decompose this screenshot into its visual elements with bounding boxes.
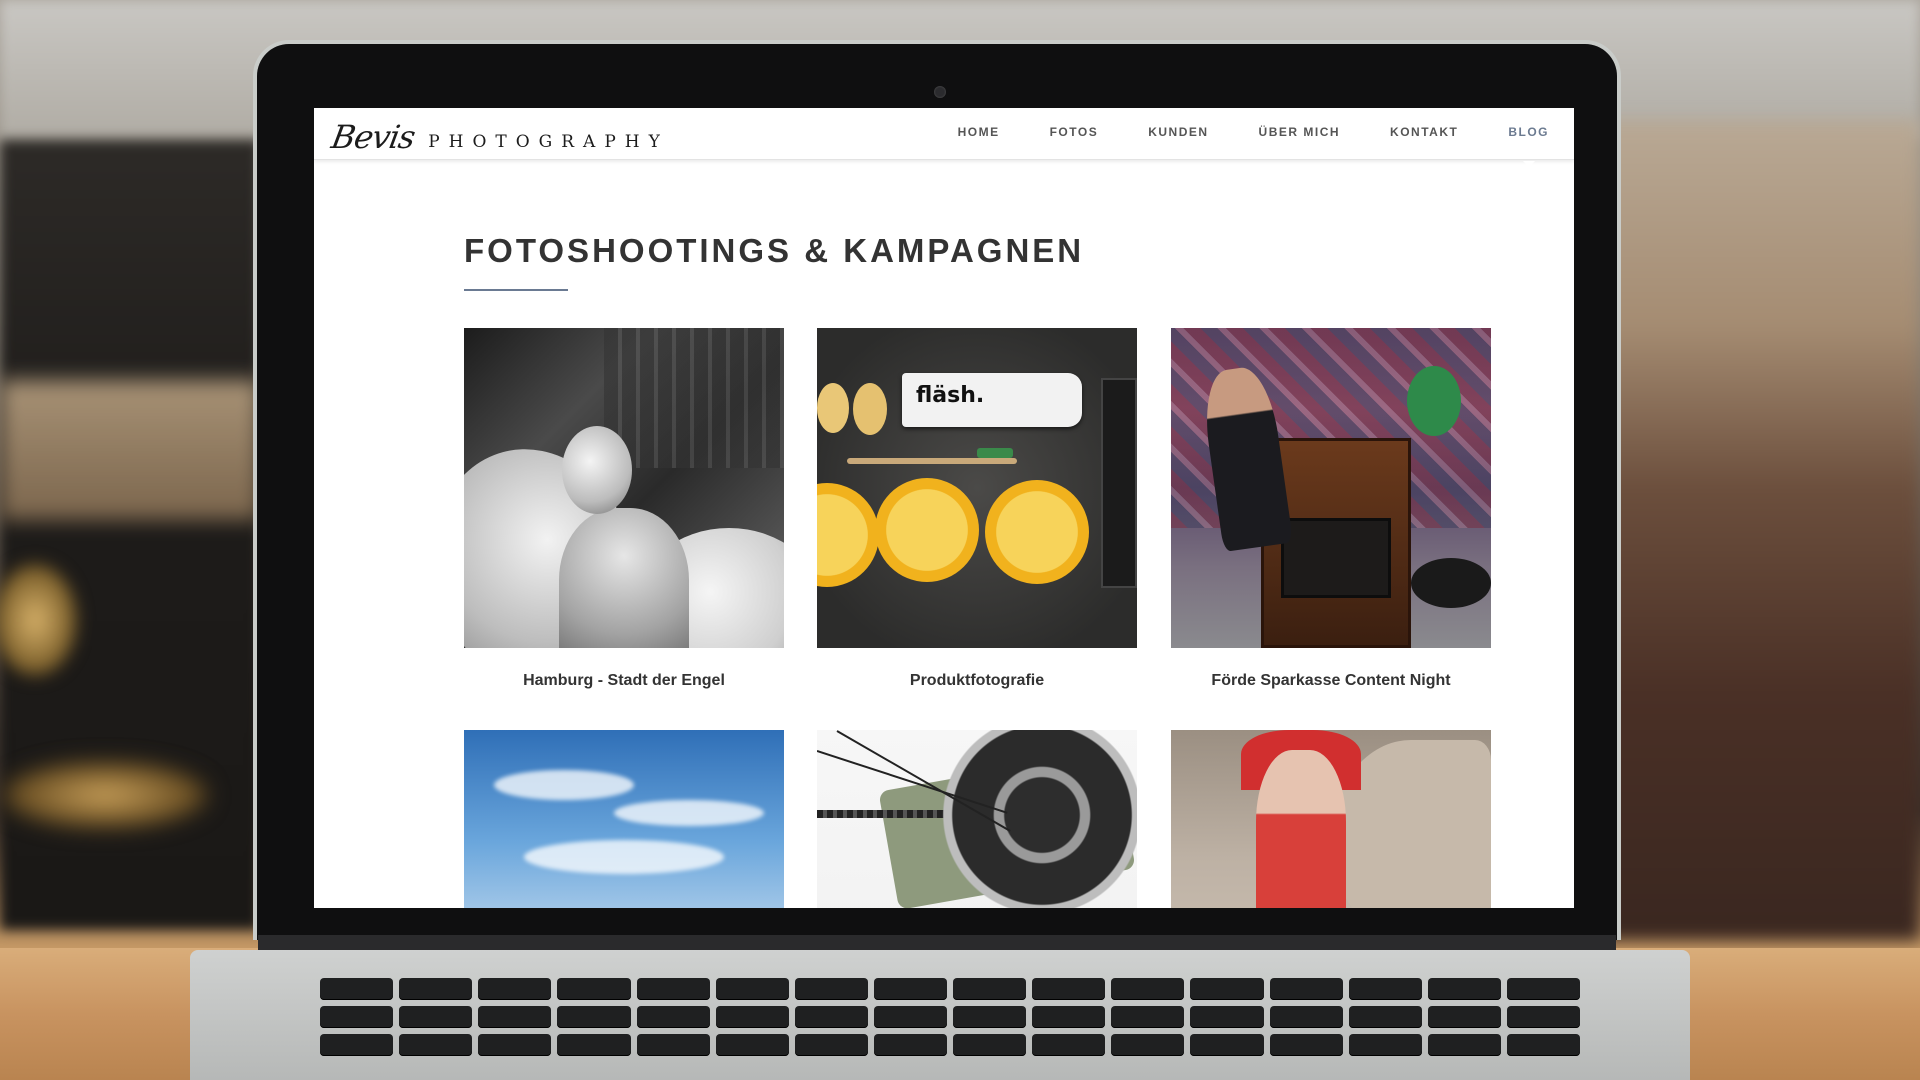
keyboard-key: [557, 978, 631, 1000]
gallery-card[interactable]: Hamburg - Stadt der Engel: [464, 328, 784, 690]
nav-item-kontakt[interactable]: KONTAKT: [1365, 108, 1483, 160]
logo-word: PHOTOGRAPHY: [428, 132, 669, 152]
background-shelf: [0, 380, 260, 520]
keyboard-key: [1032, 1034, 1106, 1056]
main-menu: HOME FOTOS KUNDEN ÜBER MICH KONTAKT BLOG: [933, 108, 1574, 160]
keyboard-key: [320, 1034, 394, 1056]
keyboard-key: [953, 1034, 1027, 1056]
keyboard-key: [1427, 978, 1501, 1000]
card-caption[interactable]: Förde Sparkasse Content Night: [1171, 672, 1491, 690]
keyboard-key: [1506, 978, 1580, 1000]
keyboard-key: [399, 978, 473, 1000]
keyboard-key: [478, 1034, 552, 1056]
keyboard-key: [636, 1034, 710, 1056]
keyboard-key: [1269, 978, 1343, 1000]
keyboard-key: [636, 1006, 710, 1028]
keyboard-key: [399, 1034, 473, 1056]
keyboard-key: [1032, 1006, 1106, 1028]
keyboard-key: [636, 978, 710, 1000]
keyboard-key: [953, 978, 1027, 1000]
keyboard-key: [478, 1006, 552, 1028]
keyboard-key: [1269, 1034, 1343, 1056]
keyboard-key: [1427, 1006, 1501, 1028]
keyboard-key: [953, 1006, 1027, 1028]
keyboard-key: [1032, 978, 1106, 1000]
keyboard-key: [399, 1006, 473, 1028]
keyboard-key: [794, 1034, 868, 1056]
background-handle: [0, 760, 210, 830]
product-brand-text: fläsh.: [916, 383, 985, 408]
keyboard-key: [1111, 1006, 1185, 1028]
logo-script: Bevis: [328, 118, 418, 156]
card-caption[interactable]: Produktfotografie: [817, 672, 1137, 690]
keyboard-key: [1348, 978, 1422, 1000]
keyboard-key: [794, 978, 868, 1000]
gallery-card[interactable]: [1171, 730, 1491, 908]
nav-item-kunden[interactable]: KUNDEN: [1123, 108, 1233, 160]
webcam-icon: [934, 86, 946, 98]
keyboard-key: [794, 1006, 868, 1028]
nav-item-home[interactable]: HOME: [933, 108, 1025, 160]
gallery-card[interactable]: fläsh. Produktfotografie: [817, 328, 1137, 690]
scrapyard-photo[interactable]: [1171, 328, 1491, 648]
keyboard-key: [1348, 1006, 1422, 1028]
nav-item-blog[interactable]: BLOG: [1483, 108, 1574, 160]
site-logo[interactable]: Bevis PHOTOGRAPHY: [328, 114, 669, 156]
keyboard-key: [715, 1006, 789, 1028]
gallery-card[interactable]: Förde Sparkasse Content Night: [1171, 328, 1491, 690]
keyboard-key: [1506, 1006, 1580, 1028]
keyboard-key: [320, 978, 394, 1000]
keyboard-key: [557, 1006, 631, 1028]
gallery-card[interactable]: [464, 730, 784, 908]
keyboard-key: [715, 978, 789, 1000]
keyboard-key: [1427, 1034, 1501, 1056]
keyboard-key: [478, 978, 552, 1000]
keyboard-key: [715, 1034, 789, 1056]
card-caption[interactable]: Hamburg - Stadt der Engel: [464, 672, 784, 690]
nav-item-fotos[interactable]: FOTOS: [1025, 108, 1124, 160]
keyboard-key: [1190, 978, 1264, 1000]
browser-screen: Bevis PHOTOGRAPHY HOME FOTOS KUNDEN ÜBER…: [314, 108, 1574, 908]
keyboard-key: [557, 1034, 631, 1056]
sky-photo[interactable]: [464, 730, 784, 908]
keyboard-key: [873, 978, 947, 1000]
keyboard-key: [1190, 1006, 1264, 1028]
title-underline: [464, 289, 568, 291]
keyboard-key: [320, 1006, 394, 1028]
nav-item-ueber-mich[interactable]: ÜBER MICH: [1234, 108, 1366, 160]
keyboard: [320, 978, 1580, 1080]
keyboard-key: [1348, 1034, 1422, 1056]
page-title: FOTOSHOOTINGS & KAMPAGNEN: [464, 232, 1085, 269]
keyboard-key: [1269, 1006, 1343, 1028]
keyboard-key: [1190, 1034, 1264, 1056]
angel-photo[interactable]: [464, 328, 784, 648]
keyboard-key: [873, 1034, 947, 1056]
background-shelf-right: [1590, 120, 1920, 940]
keyboard-key: [873, 1006, 947, 1028]
gallery-card[interactable]: [817, 730, 1137, 908]
bicycle-photo[interactable]: [817, 730, 1137, 908]
keyboard-key: [1111, 1034, 1185, 1056]
costume-portrait-photo[interactable]: [1171, 730, 1491, 908]
keyboard-key: [1111, 978, 1185, 1000]
toothpaste-product-photo[interactable]: fläsh.: [817, 328, 1137, 648]
keyboard-key: [1506, 1034, 1580, 1056]
top-navigation: Bevis PHOTOGRAPHY HOME FOTOS KUNDEN ÜBER…: [314, 108, 1574, 160]
